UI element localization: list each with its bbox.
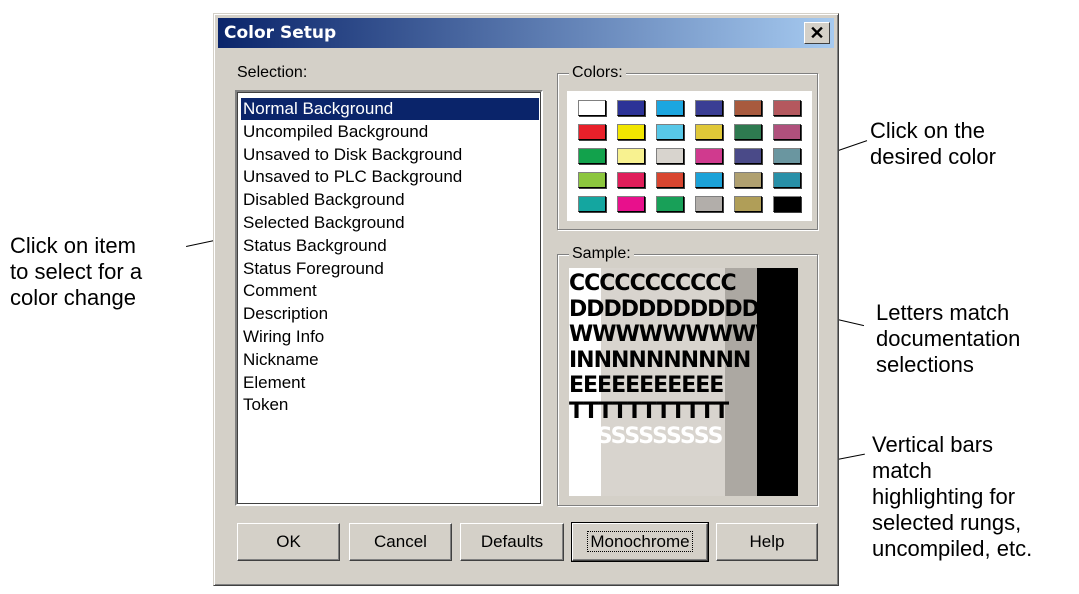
selection-item[interactable]: Nickname (241, 349, 539, 371)
selection-item[interactable]: Description (241, 303, 539, 325)
annotation-line: documentation (876, 326, 1021, 351)
sample-label: Sample: (569, 245, 634, 263)
close-icon: ✕ (809, 23, 825, 43)
color-swatch[interactable] (656, 124, 684, 140)
color-palette (567, 91, 812, 221)
annotation-line: Vertical bars (872, 432, 994, 457)
annotation-letters: Letters match documentation selections (876, 300, 1020, 378)
selection-item[interactable]: Uncompiled Background (241, 121, 539, 143)
color-swatch[interactable] (773, 100, 801, 116)
dialog-title: Color Setup (224, 23, 337, 43)
color-swatch[interactable] (773, 172, 801, 188)
color-swatch[interactable] (578, 124, 606, 140)
color-swatch[interactable] (656, 196, 684, 212)
sample-row: EEEEEEEEEEE (569, 373, 724, 398)
sample-row: DDDDDDDDDDD (569, 296, 760, 322)
color-swatch[interactable] (695, 124, 723, 140)
annotation-line: Letters match (876, 300, 1010, 325)
help-button[interactable]: Help (716, 523, 818, 561)
color-swatch[interactable] (656, 172, 684, 188)
color-swatch[interactable] (734, 124, 762, 140)
color-swatch[interactable] (617, 196, 645, 212)
sample-row: TTTTTTTTTTT (569, 398, 729, 424)
color-swatch[interactable] (695, 100, 723, 116)
annotation-bars: Vertical bars match highlighting for sel… (872, 432, 1032, 562)
sample-row: SSSSSSSSSSS (569, 424, 723, 449)
color-swatch[interactable] (617, 100, 645, 116)
color-swatch[interactable] (578, 100, 606, 116)
annotation-click-item: Click on item to select for a color chan… (10, 233, 142, 311)
selection-label-text: Selection: (237, 64, 308, 81)
color-swatch[interactable] (773, 148, 801, 164)
annotation-line: match (872, 458, 932, 483)
color-swatch[interactable] (734, 148, 762, 164)
color-swatch[interactable] (695, 148, 723, 164)
defaults-button[interactable]: Defaults (460, 523, 564, 561)
selection-item[interactable]: Selected Background (241, 212, 539, 234)
color-swatch[interactable] (617, 172, 645, 188)
selection-item[interactable]: Wiring Info (241, 326, 539, 348)
annotation-click-color: Click on the desired color (870, 118, 996, 170)
selection-label: Selection: (237, 64, 307, 82)
selection-item[interactable]: Comment (241, 280, 539, 302)
annotation-line: Click on item (10, 233, 136, 258)
monochrome-button[interactable]: Monochrome (571, 522, 709, 562)
selection-item[interactable]: Status Foreground (241, 258, 539, 280)
color-swatch[interactable] (617, 148, 645, 164)
selection-item[interactable]: Token (241, 394, 539, 416)
color-swatch[interactable] (773, 124, 801, 140)
color-swatch[interactable] (773, 196, 801, 212)
sample-band-status (757, 268, 798, 496)
annotation-line: desired color (870, 144, 996, 169)
color-swatch[interactable] (734, 100, 762, 116)
colors-label: Colors: (569, 64, 626, 82)
annotation-line: selections (876, 352, 974, 377)
color-swatch[interactable] (578, 196, 606, 212)
annotation-line: selected rungs, (872, 510, 1022, 535)
color-swatch[interactable] (617, 124, 645, 140)
color-swatch[interactable] (656, 100, 684, 116)
sample-row: INNNNNNNNNN (569, 347, 751, 373)
selection-item[interactable]: Unsaved to PLC Background (241, 166, 539, 188)
cancel-button[interactable]: Cancel (349, 523, 452, 561)
color-swatch[interactable] (695, 172, 723, 188)
selection-item[interactable]: Normal Background (241, 98, 539, 120)
annotation-line: to select for a (10, 259, 143, 284)
ok-button[interactable]: OK (237, 523, 340, 561)
sample-row: WWWWWWWWWWW (569, 322, 798, 347)
monochrome-label: Monochrome (587, 531, 693, 552)
selection-item[interactable]: Unsaved to Disk Background (241, 144, 539, 166)
sample-preview: CCCCCCCCCCCDDDDDDDDDDDWWWWWWWWWWWINNNNNN… (569, 268, 798, 496)
title-bar[interactable]: Color Setup ✕ (218, 18, 834, 48)
annotation-line: uncompiled, etc. (872, 536, 1033, 561)
selection-item[interactable]: Disabled Background (241, 189, 539, 211)
sample-row: CCCCCCCCCCC (569, 271, 737, 296)
annotation-line: Click on the (870, 118, 985, 143)
color-swatch[interactable] (734, 172, 762, 188)
color-swatch[interactable] (578, 148, 606, 164)
color-swatch[interactable] (734, 196, 762, 212)
selection-listbox[interactable]: Normal Background Uncompiled Background Un… (235, 90, 543, 506)
color-swatch[interactable] (656, 148, 684, 164)
color-swatch[interactable] (695, 196, 723, 212)
annotation-line: highlighting for (872, 484, 1016, 509)
close-button[interactable]: ✕ (804, 22, 830, 44)
selection-item[interactable]: Status Background (241, 235, 539, 257)
color-swatch[interactable] (578, 172, 606, 188)
annotation-line: color change (10, 285, 136, 310)
selection-item[interactable]: Element (241, 372, 539, 394)
